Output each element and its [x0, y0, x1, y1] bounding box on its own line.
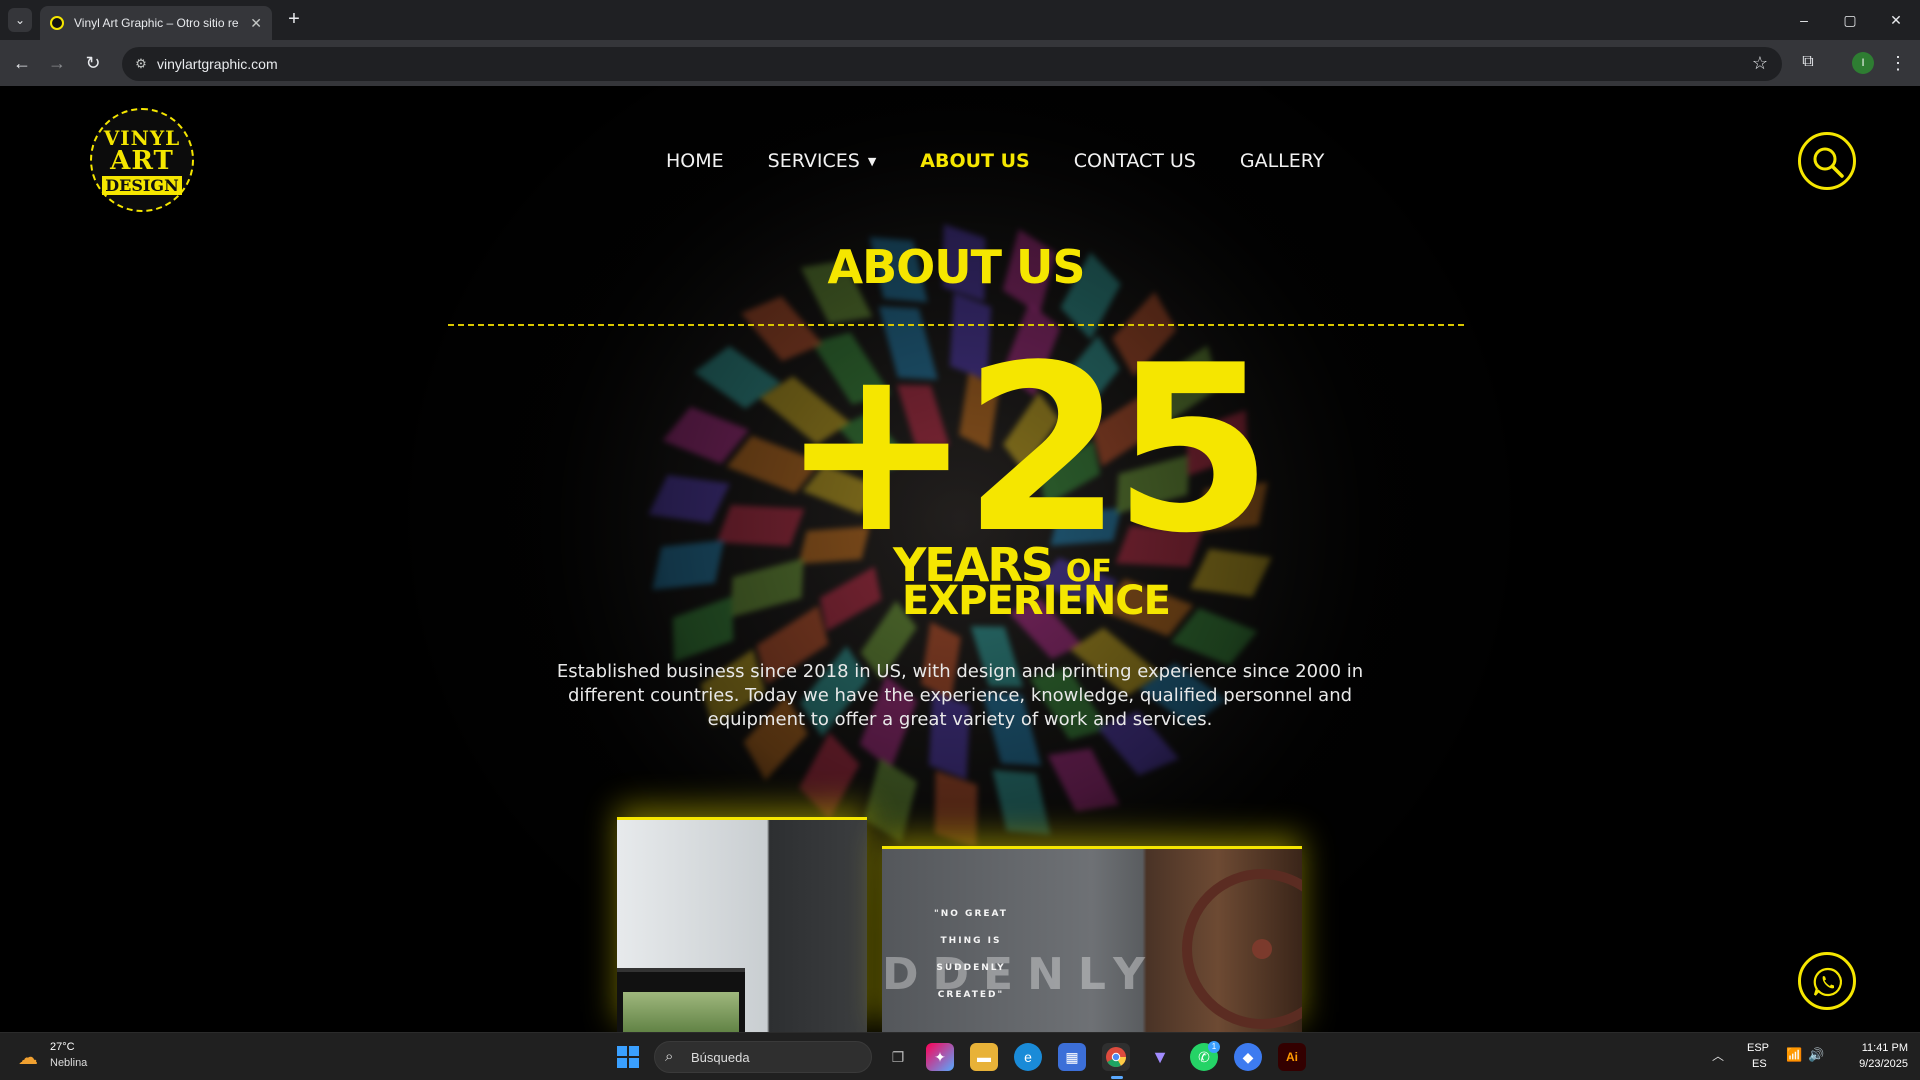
search-icon [1813, 147, 1844, 178]
edge-browser-icon[interactable]: e [1014, 1043, 1042, 1071]
search-button[interactable] [1798, 132, 1856, 190]
microsoft-store-icon[interactable]: ▦ [1058, 1043, 1086, 1071]
blue-app-icon[interactable]: ◆ [1234, 1043, 1262, 1071]
nav-services-label: SERVICES [767, 150, 860, 172]
forward-arrow-icon[interactable]: → [44, 50, 70, 76]
search-icon: ⌕ [665, 1048, 674, 1065]
site-logo[interactable]: VINYL ART DESIGN [90, 108, 194, 212]
close-window-button[interactable]: ✕ [1874, 8, 1918, 32]
clock-date[interactable]: 9/23/2025 [1838, 1058, 1908, 1070]
bookmark-star-icon[interactable]: ☆ [1752, 53, 1768, 74]
tab-title: Vinyl Art Graphic – Otro sitio re [74, 16, 239, 30]
chrome-icon[interactable] [1102, 1043, 1130, 1071]
shop-photo-right: DDENLY "NO GREAT THING IS SUDDENLY CREAT… [882, 846, 1302, 1032]
browser-menu-icon[interactable]: ⋮ [1888, 50, 1908, 76]
copilot-icon[interactable]: ✦ [926, 1043, 954, 1071]
nav-contact-us[interactable]: CONTACT US [1074, 150, 1196, 172]
chevron-down-icon: ▼ [867, 154, 877, 168]
extensions-puzzle-icon[interactable]: ⧉ [1796, 50, 1820, 74]
browser-tab-bar: ⌄ Vinyl Art Graphic – Otro sitio re ✕ + … [0, 0, 1920, 40]
tray-overflow-chevron-icon[interactable]: ︿ [1712, 1047, 1724, 1064]
site-settings-icon[interactable]: ⚙ [132, 55, 150, 73]
weather-fog-icon[interactable]: ☁ [18, 1045, 42, 1069]
start-windows-icon[interactable] [617, 1046, 639, 1068]
experience-label: EXPERIENCE [902, 578, 1171, 624]
nav-home[interactable]: HOME [666, 150, 724, 172]
tab-search-button[interactable]: ⌄ [8, 8, 32, 32]
clock-time[interactable]: 11:41 PM [1848, 1042, 1908, 1054]
file-explorer-icon[interactable]: ▬ [970, 1043, 998, 1071]
address-bar[interactable]: ⚙ vinylartgraphic.com ☆ [122, 47, 1782, 81]
windows-taskbar: ☁ 27°C Neblina ⌕ Búsqueda ❐ ✦ ▬ e ▦ ▼ ✆ … [0, 1032, 1920, 1080]
minimize-button[interactable]: – [1782, 8, 1826, 32]
logo-line-art: ART [110, 146, 174, 176]
page-title: ABOUT US [827, 240, 1086, 294]
illustrator-icon[interactable]: Ai [1278, 1043, 1306, 1071]
profile-avatar[interactable]: I [1852, 52, 1874, 74]
nav-gallery[interactable]: GALLERY [1240, 150, 1325, 172]
tab-close-icon[interactable]: ✕ [250, 15, 262, 32]
new-tab-button[interactable]: + [282, 8, 306, 32]
chrome-logo-icon [1106, 1047, 1126, 1067]
weather-temperature[interactable]: 27°C [50, 1041, 75, 1053]
chrome-active-indicator [1111, 1076, 1123, 1079]
site-favicon-icon [50, 16, 64, 30]
reload-icon[interactable]: ↻ [80, 50, 106, 76]
whatsapp-button[interactable] [1798, 952, 1856, 1010]
input-language[interactable]: ESP [1747, 1042, 1769, 1054]
browser-toolbar: ← → ↻ ⚙ vinylartgraphic.com ☆ [0, 40, 1920, 86]
wagon-wheel-decor [1182, 869, 1302, 1029]
nav-about-us[interactable]: ABOUT US [920, 150, 1029, 172]
url-text[interactable]: vinylartgraphic.com [157, 56, 278, 72]
years-number: +25 [780, 317, 1273, 584]
browser-tab[interactable]: Vinyl Art Graphic – Otro sitio re ✕ [40, 6, 272, 40]
task-view-icon[interactable]: ❐ [884, 1043, 912, 1071]
whatsapp-unread-badge: 1 [1208, 1041, 1220, 1053]
network-volume-icons[interactable]: 📶🔊 [1786, 1047, 1830, 1063]
nav-services[interactable]: SERVICES ▼ [768, 150, 877, 172]
about-description: Established business since 2018 in US, w… [556, 661, 1364, 730]
main-navigation: HOME SERVICES ▼ ABOUT US CONTACT US GALL… [666, 150, 1368, 172]
window-frame [617, 968, 745, 1032]
weather-description[interactable]: Neblina [50, 1057, 87, 1069]
restore-button[interactable]: ▢ [1828, 8, 1872, 32]
back-arrow-icon[interactable]: ← [9, 50, 35, 76]
whatsapp-icon [1813, 967, 1842, 997]
wall-quote: "NO GREAT THING IS SUDDENLY CREATED" [934, 909, 1008, 1000]
logo-line-design: DESIGN [92, 176, 192, 195]
web-page: VINYL ART DESIGN HOME SERVICES ▼ ABOUT U… [0, 86, 1920, 1032]
input-layout[interactable]: ES [1752, 1058, 1767, 1070]
vpn-triangle-icon[interactable]: ▼ [1146, 1043, 1174, 1071]
taskbar-search-placeholder: Búsqueda [691, 1050, 750, 1065]
taskbar-search[interactable]: ⌕ Búsqueda [654, 1041, 872, 1073]
shop-photo-left [617, 817, 867, 1032]
